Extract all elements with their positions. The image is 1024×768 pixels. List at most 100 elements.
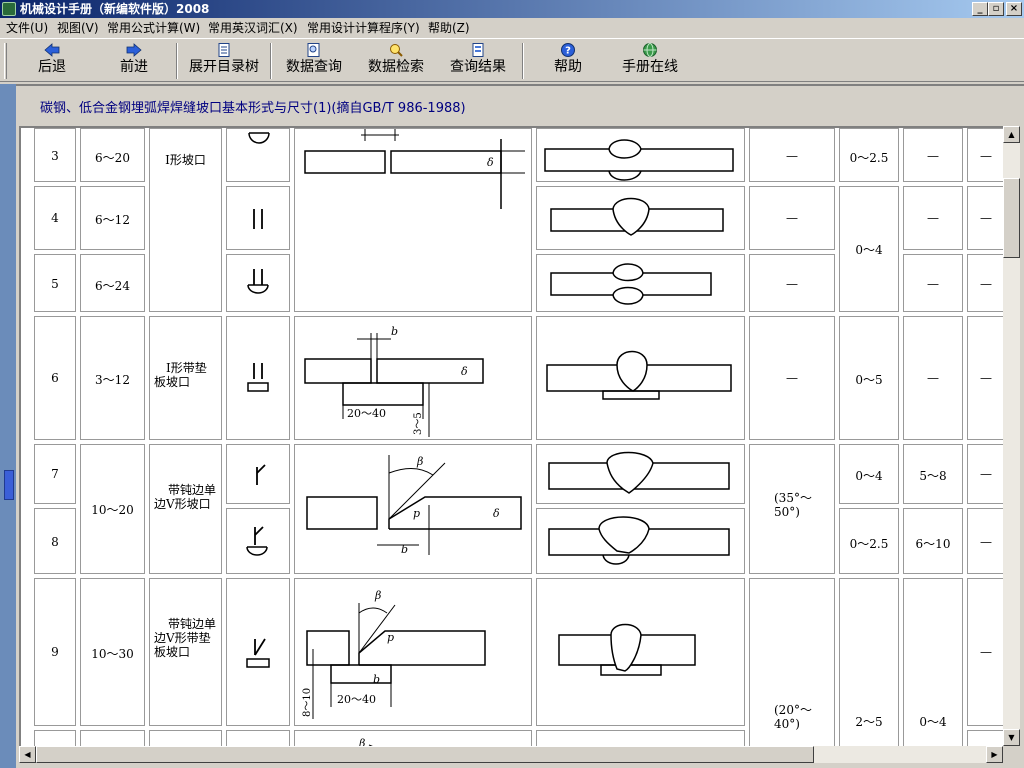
gap-label: b — [373, 673, 380, 686]
cell-col9-6: — — [967, 316, 1003, 440]
backing-thickness-label: 3～5 — [413, 412, 424, 435]
cell-form-3: I形坡口 — [149, 128, 222, 312]
groove-section-drawing: δ — [304, 129, 525, 209]
query-results-button[interactable]: 查询结果 — [446, 41, 510, 81]
value: — — [927, 371, 939, 385]
back-button[interactable]: 后退 — [22, 41, 82, 81]
gap-label: b — [391, 325, 398, 338]
groove-form: I形带垫板坡口 — [154, 361, 207, 389]
expand-tree-button[interactable]: 展开目录树 — [184, 41, 264, 81]
cell-col9-4: — — [967, 186, 1003, 250]
cell-groove-drawing-3-5: δ — [294, 128, 532, 312]
menu-view[interactable]: 视图(V) — [57, 20, 99, 36]
data-search-button[interactable]: 数据检索 — [364, 41, 428, 81]
menu-bar: 文件(U) 视图(V) 常用公式计算(W) 常用英汉词汇(X) 常用设计计算程序… — [0, 18, 1024, 38]
data-search-label: 数据检索 — [368, 59, 424, 75]
row-number: 5 — [51, 277, 59, 291]
scroll-up-button[interactable]: ▲ — [1003, 126, 1020, 143]
cell-form-6: I形带垫板坡口 — [149, 316, 222, 440]
splitter-handle[interactable] — [4, 470, 14, 500]
scroll-right-button[interactable]: ▶ — [986, 746, 1003, 763]
toolbar-grip — [4, 43, 7, 79]
gap-value: 0～5 — [855, 373, 883, 387]
arrow-right-icon — [126, 43, 142, 57]
cell-gap-7: 0～4 — [839, 444, 899, 504]
row-number: 6 — [51, 371, 59, 385]
cell-weld-9 — [536, 578, 745, 726]
cell-gap-3: 0～2.5 — [839, 128, 899, 182]
groove-section-drawing: β — [358, 737, 373, 746]
backing-thickness-label: 8～10 — [302, 688, 313, 717]
cell-symbol-5 — [226, 254, 290, 312]
toolbar-separator — [176, 43, 178, 79]
value: — — [980, 645, 992, 659]
title-bar: 机械设计手册（新编软件版）2008 _ ▫ × — [0, 0, 1024, 18]
horizontal-scroll-thumb[interactable] — [36, 746, 814, 763]
online-label: 手册在线 — [622, 59, 678, 75]
value: — — [927, 277, 939, 291]
weld-section-drawing — [550, 197, 724, 236]
gap-value: 0～4 — [855, 243, 883, 257]
scrollbar-corner — [1003, 746, 1020, 763]
online-button[interactable]: 手册在线 — [616, 41, 684, 81]
bevel-angle-label: β — [358, 737, 365, 746]
back-label: 后退 — [38, 59, 66, 75]
cell-thickness-5: 6～24 — [80, 254, 145, 312]
angle-value: — — [786, 371, 798, 385]
cell-no-6: 6 — [34, 316, 76, 440]
cell-weld-7 — [536, 444, 745, 504]
minimize-button[interactable]: _ — [972, 2, 988, 16]
cell-col9-9: — — [967, 578, 1003, 726]
cell-col9-8: — — [967, 508, 1003, 574]
table-viewport: 3 6～20 I形坡口 δ — 0～2.5 — — 4 6～12 — 0～4 —… — [19, 126, 1003, 746]
menu-file[interactable]: 文件(U) — [6, 20, 48, 36]
left-splitter[interactable] — [0, 84, 16, 768]
cell-symbol-6 — [226, 316, 290, 440]
value: — — [927, 211, 939, 225]
menu-formulas[interactable]: 常用公式计算(W) — [107, 20, 200, 36]
row-number: 3 — [51, 149, 59, 163]
arrow-left-icon — [44, 43, 60, 57]
angle-value: — — [786, 277, 798, 291]
cell-symbol-9 — [226, 578, 290, 726]
angle-value: (20°～40°) — [774, 703, 812, 731]
backing-width-label: 20～40 — [337, 693, 376, 706]
expand-tree-label: 展开目录树 — [189, 59, 259, 75]
cell-col8-7: 5～8 — [903, 444, 963, 504]
cell-col8-6: — — [903, 316, 963, 440]
close-button[interactable]: × — [1006, 2, 1022, 16]
weld-section-drawing — [546, 350, 732, 400]
groove-section-drawing: b 20～40 3～5 δ — [304, 325, 484, 437]
value: 5～8 — [919, 469, 947, 483]
groove-form: 带钝边单边V形带垫板坡口 — [154, 617, 217, 659]
scroll-left-button[interactable]: ◀ — [19, 746, 36, 763]
forward-button[interactable]: 前进 — [104, 41, 164, 81]
vertical-scroll-thumb[interactable] — [1003, 178, 1020, 258]
cell-gap-9: 2～5 — [839, 578, 899, 746]
maximize-button[interactable]: ▫ — [988, 2, 1004, 16]
menu-help[interactable]: 帮助(Z) — [428, 20, 470, 36]
thickness-value: 10～30 — [91, 647, 134, 661]
cell-groove-drawing-10: β — [294, 730, 532, 746]
menu-glossary[interactable]: 常用英汉词汇(X) — [208, 20, 298, 36]
row-number: 8 — [51, 535, 59, 549]
data-query-button[interactable]: 数据查询 — [282, 41, 346, 81]
groove-form: I形坡口 — [165, 153, 206, 167]
menu-calc-programs[interactable]: 常用设计计算程序(Y) — [307, 20, 420, 36]
groove-form: 带钝边单边V形坡口 — [154, 483, 217, 511]
scroll-down-button[interactable]: ▼ — [1003, 729, 1020, 746]
weld-symbol-drawing — [246, 526, 268, 556]
horizontal-scrollbar[interactable]: ◀ ▶ — [19, 746, 1003, 763]
cell-weld-4 — [536, 186, 745, 250]
vertical-scrollbar[interactable]: ▲ ▼ — [1003, 126, 1020, 746]
cell-gap-6: 0～5 — [839, 316, 899, 440]
cell-no-10 — [34, 730, 76, 746]
weld-symbol-drawing — [248, 132, 270, 144]
cell-form-9: 带钝边单边V形带垫板坡口 — [149, 578, 222, 726]
groove-section-drawing: β b p δ — [306, 455, 522, 556]
bevel-angle-label: β — [374, 589, 381, 602]
help-button[interactable]: ? 帮助 — [538, 41, 598, 81]
cell-col9-5: — — [967, 254, 1003, 312]
cell-weld-6 — [536, 316, 745, 440]
cell-groove-drawing-7-8: β b p δ — [294, 444, 532, 574]
